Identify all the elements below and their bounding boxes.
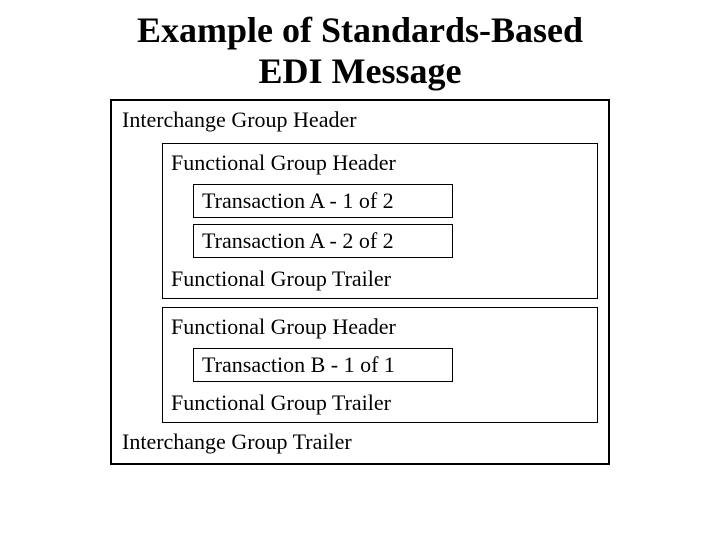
functional-group-header: Functional Group Header — [171, 312, 589, 342]
diagram-title: Example of Standards-Based EDI Message — [0, 10, 720, 93]
interchange-trailer: Interchange Group Trailer — [122, 427, 598, 457]
transaction-box: Transaction A - 1 of 2 — [193, 184, 453, 218]
functional-group-a: Functional Group Header Transaction A - … — [162, 143, 598, 299]
functional-group-header: Functional Group Header — [171, 148, 589, 178]
interchange-header: Interchange Group Header — [122, 105, 598, 135]
functional-group-b: Functional Group Header Transaction B - … — [162, 307, 598, 423]
title-line-1: Example of Standards-Based — [0, 10, 720, 51]
functional-group-trailer: Functional Group Trailer — [171, 388, 589, 418]
title-line-2: EDI Message — [0, 51, 720, 92]
transaction-box: Transaction B - 1 of 1 — [193, 348, 453, 382]
transaction-box: Transaction A - 2 of 2 — [193, 224, 453, 258]
functional-group-trailer: Functional Group Trailer — [171, 264, 589, 294]
interchange-box: Interchange Group Header Functional Grou… — [110, 99, 610, 465]
